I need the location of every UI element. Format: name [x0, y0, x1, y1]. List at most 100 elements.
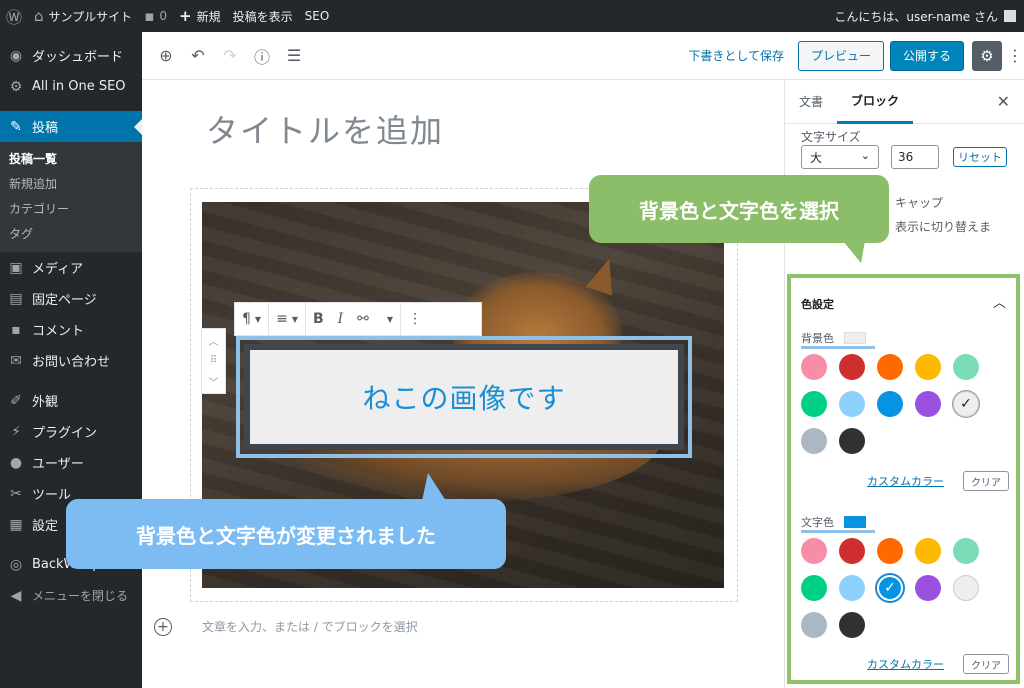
menu-item-pages[interactable]: ▤ 固定ページ	[0, 283, 142, 314]
plus-icon: +	[179, 7, 192, 25]
submenu-item-all-posts[interactable]: 投稿一覧	[0, 146, 142, 171]
background-color-swatch[interactable]	[877, 391, 903, 417]
submenu-item-add-new[interactable]: 新規追加	[0, 171, 142, 196]
background-color-swatch[interactable]	[801, 428, 827, 454]
background-color-swatch[interactable]	[801, 354, 827, 380]
wordpress-logo-icon[interactable]: Ⓦ	[0, 0, 28, 32]
background-color-swatch[interactable]	[839, 391, 865, 417]
comment-icon: ▪	[144, 7, 155, 25]
menu-item-appearance[interactable]: ✐ 外観	[0, 385, 142, 416]
bold-button[interactable]: B	[306, 303, 331, 335]
submenu-item-categories[interactable]: カテゴリー	[0, 196, 142, 221]
post-title-input[interactable]: タイトルを追加	[206, 106, 444, 152]
menu-item-aioseo[interactable]: ⚙ All in One SEO	[0, 71, 142, 102]
text-color-swatch[interactable]	[801, 612, 827, 638]
more-options-button[interactable]: ⋮	[1006, 46, 1024, 65]
background-color-swatch[interactable]	[801, 391, 827, 417]
save-draft-link[interactable]: 下書きとして保存	[688, 47, 784, 64]
preview-button[interactable]: プレビュー	[797, 40, 884, 71]
tab-block[interactable]: ブロック	[837, 80, 914, 124]
menu-item-plugins[interactable]: ⚡ プラグイン	[0, 416, 142, 447]
info-icon: ⓘ	[253, 47, 270, 67]
background-custom-color-link[interactable]: カスタムカラー	[867, 473, 944, 489]
text-color-swatch[interactable]	[953, 575, 979, 601]
background-color-swatch[interactable]	[915, 354, 941, 380]
menu-item-contact[interactable]: ✉ お問い合わせ	[0, 345, 142, 376]
menu-item-comments[interactable]: ▪ コメント	[0, 314, 142, 345]
outline-button[interactable]: ☰	[278, 40, 310, 72]
menu-item-media[interactable]: ▣ メディア	[0, 252, 142, 283]
seo-link[interactable]: SEO	[299, 0, 336, 32]
text-color-swatch[interactable]: ✓	[877, 575, 903, 601]
background-color-swatch[interactable]	[839, 428, 865, 454]
text-clear-button[interactable]: クリア	[963, 654, 1009, 674]
menu-label: ユーザー	[32, 457, 84, 472]
redo-button[interactable]: ↷	[214, 40, 246, 72]
drag-handle-icon[interactable]: ⠿	[210, 355, 217, 366]
background-color-swatch[interactable]	[915, 391, 941, 417]
account-menu[interactable]: こんにちは、user-name さん	[834, 8, 1024, 25]
text-color-swatch[interactable]	[915, 538, 941, 564]
background-color-swatch[interactable]	[877, 354, 903, 380]
info-button[interactable]: ⓘ	[246, 40, 278, 72]
block-appender-placeholder[interactable]: 文章を入力、または / でブロックを選択	[202, 618, 418, 635]
menu-item-posts[interactable]: ✎ 投稿	[0, 111, 142, 142]
text-color-swatch[interactable]	[801, 538, 827, 564]
text-custom-color-link[interactable]: カスタムカラー	[867, 656, 944, 672]
link-button[interactable]: ⚯	[350, 303, 376, 335]
block-options-button[interactable]: ⋮	[401, 303, 429, 335]
background-color-swatch[interactable]	[953, 354, 979, 380]
more-rich-text-button[interactable]: ▼	[376, 303, 402, 335]
submenu-item-tags[interactable]: タグ	[0, 221, 142, 246]
italic-button[interactable]: I	[331, 303, 351, 335]
reset-button[interactable]: リセット	[953, 147, 1007, 167]
media-icon: ▣	[9, 259, 23, 276]
collapse-menu-button[interactable]: ◀ メニューを閉じる	[0, 580, 142, 611]
align-button[interactable]: ≡ ▼	[269, 303, 306, 335]
color-settings-title[interactable]: 色設定	[801, 296, 834, 312]
block-appender-button[interactable]: +	[154, 618, 172, 636]
site-name-link[interactable]: ⌂ サンプルサイト	[28, 0, 138, 32]
new-label: 新規	[196, 9, 221, 24]
view-post-link[interactable]: 投稿を表示	[227, 0, 299, 32]
background-color-indicator	[844, 332, 866, 344]
background-color-swatch[interactable]: ✓	[953, 391, 979, 417]
paragraph-text[interactable]: ねこの画像です	[362, 377, 565, 417]
menu-label: 投稿	[32, 121, 59, 136]
close-icon[interactable]: ✕	[997, 92, 1010, 111]
text-color-swatch[interactable]	[839, 612, 865, 638]
plus-icon: +	[157, 619, 169, 635]
menu-label: 設定	[32, 519, 59, 534]
caret-down-icon: ▼	[386, 314, 394, 324]
font-size-input[interactable]: 36	[891, 145, 939, 169]
undo-button[interactable]: ↶	[182, 40, 214, 72]
background-color-swatch[interactable]	[839, 354, 865, 380]
callout-select-colors: 背景色と文字色を選択	[589, 175, 889, 263]
publish-button[interactable]: 公開する	[889, 40, 964, 71]
drop-cap-help-partial: 表示に切り替えま	[895, 220, 992, 234]
chevron-down-icon[interactable]: ﹀	[209, 374, 219, 389]
new-content-link[interactable]: + 新規	[173, 0, 227, 32]
chevron-up-icon[interactable]: ︿	[209, 333, 219, 348]
menu-item-users[interactable]: ● ユーザー	[0, 447, 142, 478]
background-clear-button[interactable]: クリア	[963, 471, 1009, 491]
text-color-swatch[interactable]	[877, 538, 903, 564]
admin-bar: Ⓦ ⌂ サンプルサイト ▪ 0 + 新規 投稿を表示 SEO こんにちは、use…	[0, 0, 1024, 32]
comments-link[interactable]: ▪ 0	[138, 0, 173, 32]
text-color-swatch[interactable]	[839, 538, 865, 564]
menu-item-dashboard[interactable]: ◉ ダッシュボード	[0, 40, 142, 71]
font-size-label: 文字サイズ	[801, 130, 861, 144]
tab-document[interactable]: 文書	[785, 80, 837, 124]
add-block-button[interactable]: ⊕	[150, 40, 182, 72]
font-size-select[interactable]: 大 ⌄	[801, 145, 879, 169]
selected-paragraph-block[interactable]: ねこの画像です	[236, 336, 692, 458]
chevron-up-icon[interactable]: ︿	[993, 292, 1006, 311]
text-color-swatch[interactable]	[801, 575, 827, 601]
menu-label: 固定ページ	[32, 293, 97, 308]
editor-toolbar: ⊕ ↶ ↷ ⓘ ☰ 下書きとして保存 プレビュー 公開する ⚙ ⋮	[142, 32, 1024, 80]
text-color-swatch[interactable]	[953, 538, 979, 564]
text-color-swatch[interactable]	[915, 575, 941, 601]
block-type-button[interactable]: ¶ ▼	[235, 303, 270, 335]
text-color-swatch[interactable]	[839, 575, 865, 601]
settings-button[interactable]: ⚙	[972, 40, 1002, 71]
